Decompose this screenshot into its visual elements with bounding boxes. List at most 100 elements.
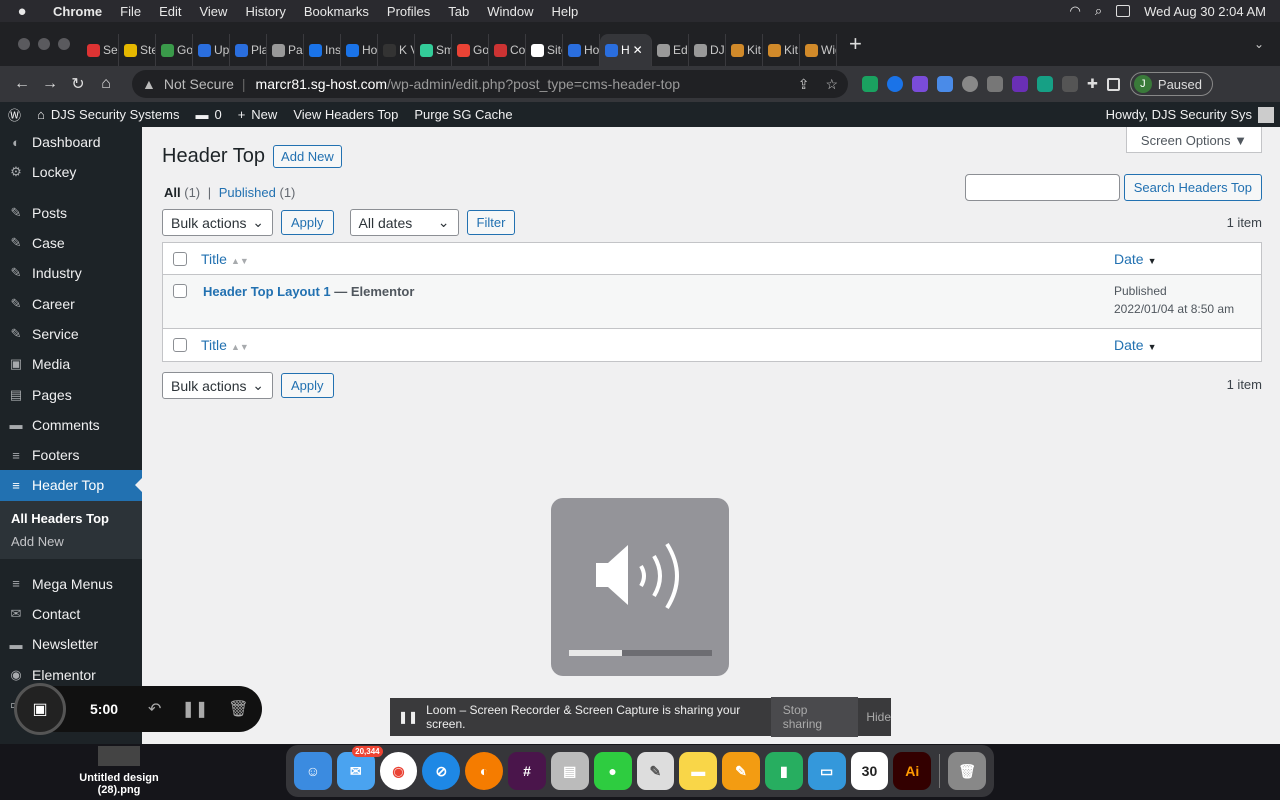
browser-tab[interactable]: Go — [452, 34, 489, 66]
trash-icon[interactable]: 🗑 — [948, 752, 986, 790]
select-all-checkbox[interactable] — [173, 338, 187, 352]
stop-sharing-button[interactable]: Stop sharing — [770, 697, 859, 737]
search-icon[interactable]: ⌕ — [1095, 3, 1102, 19]
comments-link[interactable]: ▬ 0 — [187, 107, 229, 122]
apple-icon[interactable]: ● — [0, 3, 44, 20]
pages-icon[interactable]: ✎ — [722, 752, 760, 790]
address-bar[interactable]: ▲ Not Secure | marcr81.sg-host.com/wp-ad… — [132, 70, 848, 98]
trash-icon[interactable]: 🗑 — [218, 699, 258, 719]
minimize-window-icon[interactable] — [38, 38, 50, 50]
filter-button[interactable]: Filter — [466, 210, 516, 235]
back-icon[interactable]: ← — [8, 75, 36, 93]
browser-tab[interactable]: Gol — [156, 34, 193, 66]
account-menu[interactable]: Howdy, DJS Security Sys — [1106, 106, 1280, 123]
clock-text[interactable]: Wed Aug 30 2:04 AM — [1144, 4, 1266, 19]
browser-tab[interactable]: K V — [378, 34, 415, 66]
search-button[interactable]: Search Headers Top — [1123, 174, 1262, 201]
browser-tab[interactable]: Ste — [119, 34, 156, 66]
pause-icon[interactable]: ❚❚ — [171, 699, 218, 719]
date-column-header[interactable]: Date ▼ — [1114, 251, 1261, 267]
new-tab-icon[interactable]: + — [837, 31, 874, 57]
browser-tab[interactable]: Ser — [82, 34, 119, 66]
browser-tab[interactable]: Co — [489, 34, 526, 66]
submenu-all-headers[interactable]: All Headers Top — [0, 507, 142, 530]
share-icon[interactable]: ⇪ — [798, 76, 810, 93]
notes-icon[interactable]: ▬ — [679, 752, 718, 790]
menu-history[interactable]: History — [236, 4, 294, 19]
dates-select[interactable]: All dates ⌄ — [349, 209, 459, 236]
browser-tab[interactable]: Pag — [267, 34, 304, 66]
browser-tab[interactable]: Edi — [652, 34, 689, 66]
select-all-checkbox[interactable] — [173, 251, 187, 266]
view-headers-link[interactable]: View Headers Top — [285, 107, 406, 122]
hide-button[interactable]: Hide — [866, 710, 891, 724]
browser-tab[interactable]: Site — [526, 34, 563, 66]
purge-cache-link[interactable]: Purge SG Cache — [406, 107, 520, 122]
gear-icon[interactable] — [962, 76, 978, 92]
extension-icon[interactable] — [1012, 76, 1028, 92]
messages-icon[interactable]: ● — [593, 752, 632, 790]
menu-edit[interactable]: Edit — [150, 4, 190, 19]
sidebar-item-mega-menus[interactable]: ≡ Mega Menus — [0, 569, 142, 599]
menu-window[interactable]: Window — [478, 4, 542, 19]
code-icon[interactable] — [1062, 76, 1078, 92]
browser-tab[interactable]: Ho — [341, 34, 378, 66]
filter-all[interactable]: All — [164, 185, 181, 200]
extension-icon[interactable] — [1037, 76, 1053, 92]
sidebar-item-case[interactable]: ✎ Case — [0, 228, 142, 258]
title-column-header[interactable]: Title ▲▼ — [201, 251, 249, 267]
mail-icon[interactable]: ✉ 20,344 — [336, 746, 383, 790]
sidebar-item-posts[interactable]: ✎ Posts — [0, 198, 142, 228]
sidebar-item-industry[interactable]: ✎ Industry — [0, 258, 142, 288]
firefox-icon[interactable]: ◐ — [465, 752, 504, 790]
add-new-button[interactable]: Add New — [273, 145, 342, 168]
extension-icon[interactable] — [912, 76, 928, 92]
grammarly-icon[interactable] — [862, 76, 878, 92]
sidebar-item-service[interactable]: ✎ Service — [0, 319, 142, 349]
chrome-icon[interactable]: ◉ — [379, 752, 418, 790]
wordpress-icon[interactable]: Ⓦ — [0, 105, 29, 124]
site-name-link[interactable]: ⌂ DJS Security Systems — [29, 107, 187, 122]
close-tab-icon[interactable]: ✕ — [633, 43, 643, 57]
finder-icon[interactable]: ☺ — [294, 752, 332, 790]
sidebar-item-comments[interactable]: ▬ Comments — [0, 410, 142, 440]
sidebar-item-dashboard[interactable]: ◐ Dashboard — [0, 127, 142, 157]
submenu-add-new[interactable]: Add New — [0, 530, 142, 553]
post-title-link[interactable]: Header Top Layout 1 — [203, 284, 331, 299]
menu-bookmarks[interactable]: Bookmarks — [295, 4, 378, 19]
browser-tab[interactable]: Sm — [415, 34, 452, 66]
keynote-icon[interactable]: ▭ — [807, 752, 846, 790]
browser-tab[interactable]: Hor — [563, 34, 600, 66]
star-icon[interactable]: ☆ — [825, 76, 838, 93]
menu-tab[interactable]: Tab — [439, 4, 478, 19]
sidebar-item-pages[interactable]: ▤ Pages — [0, 379, 142, 409]
sidebar-item-career[interactable]: ✎ Career — [0, 288, 142, 318]
sidepanel-icon[interactable] — [1106, 77, 1120, 91]
menu-help[interactable]: Help — [543, 4, 588, 19]
search-input[interactable] — [964, 174, 1120, 201]
zoom-window-icon[interactable] — [58, 38, 70, 50]
sidebar-item-footers[interactable]: ≡ Footers — [0, 440, 142, 470]
preview-icon[interactable]: ▤ — [550, 752, 589, 790]
browser-tab[interactable]: H ✕ — [600, 34, 652, 66]
numbers-icon[interactable]: ▮ — [764, 752, 803, 790]
battery-icon[interactable] — [1116, 5, 1131, 17]
apply-button[interactable]: Apply — [281, 210, 334, 235]
extension-icon[interactable] — [887, 76, 903, 92]
sidebar-item-newsletter[interactable]: ▬ Newsletter — [0, 629, 142, 659]
camera-icon[interactable]: ▣ — [14, 683, 66, 735]
sidebar-item-lockey[interactable]: ⚙ Lockey — [0, 157, 142, 187]
browser-tab[interactable]: DJS — [689, 34, 726, 66]
sidebar-item-media[interactable]: ▣ Media — [0, 349, 142, 379]
menu-profiles[interactable]: Profiles — [378, 4, 439, 19]
menu-view[interactable]: View — [190, 4, 236, 19]
camera-icon[interactable] — [987, 76, 1003, 92]
menu-file[interactable]: File — [111, 4, 150, 19]
menu-app-name[interactable]: Chrome — [44, 4, 111, 19]
apply-button[interactable]: Apply — [281, 373, 334, 398]
browser-tab[interactable]: Upl — [193, 34, 230, 66]
new-content-link[interactable]: + New — [230, 107, 286, 122]
calendar-icon[interactable]: 30 — [850, 752, 889, 790]
browser-tab[interactable]: Kit — [763, 34, 800, 66]
title-column-footer[interactable]: Title ▲▼ — [201, 337, 249, 353]
